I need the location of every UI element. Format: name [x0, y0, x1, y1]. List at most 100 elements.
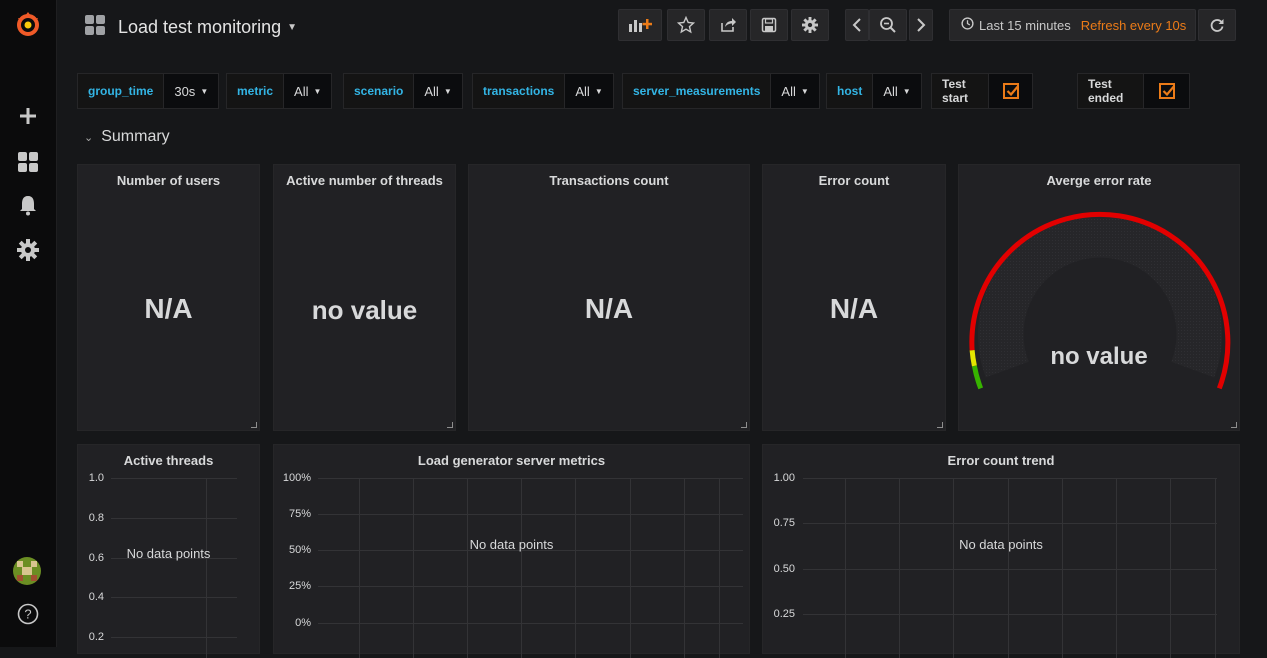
panel-title[interactable]: Active threads [78, 453, 259, 468]
test-ended-checkbox[interactable] [1144, 73, 1191, 109]
time-back-button[interactable] [845, 9, 869, 41]
resize-handle[interactable] [251, 422, 257, 428]
grid-line [318, 623, 743, 624]
grid-line [803, 523, 1217, 524]
y-tick: 0.50 [773, 563, 795, 575]
caret-down-icon: ▼ [594, 86, 603, 96]
add-panel-button[interactable] [618, 9, 662, 41]
refresh-button[interactable] [1198, 9, 1236, 41]
bell-icon[interactable] [14, 191, 42, 219]
variable-transactions-dropdown[interactable]: All ▼ [565, 73, 614, 109]
grid-line [803, 478, 1217, 479]
y-tick: 0.4 [88, 591, 104, 603]
variable-label: scenario [343, 73, 415, 109]
panel-active-threads: Active threads 1.0 0.8 0.6 0.4 0.2 No da… [77, 444, 260, 658]
gear-icon [802, 17, 818, 33]
variable-host: host All ▼ [826, 73, 922, 109]
resize-handle[interactable] [447, 422, 453, 428]
panel-error-count: Error count N/A [762, 164, 946, 431]
resize-handle[interactable] [1231, 422, 1237, 428]
resize-handle[interactable] [741, 422, 747, 428]
y-tick: 75% [288, 508, 311, 520]
refresh-icon [1210, 19, 1224, 32]
stat-value: N/A [829, 293, 879, 324]
time-range-picker[interactable]: Last 15 minutes Refresh every 10s [949, 9, 1196, 41]
grid-line [318, 514, 743, 515]
settings-button[interactable] [791, 9, 829, 41]
add-panel-icon [629, 19, 652, 32]
panel-title[interactable]: Error count trend [763, 453, 1239, 468]
variable-label: server_measurements [622, 73, 772, 109]
variable-label: metric [226, 73, 285, 109]
panel-title[interactable]: Load generator server metrics [274, 453, 749, 468]
variable-scenario: scenario All ▼ [343, 73, 463, 109]
grid-line [1116, 478, 1117, 658]
variable-label: host [826, 73, 874, 109]
caret-down-icon: ▼ [902, 86, 911, 96]
resize-handle[interactable] [937, 422, 943, 428]
y-tick: 0.8 [88, 512, 104, 524]
star-button[interactable] [667, 9, 705, 41]
save-button[interactable] [750, 9, 788, 41]
grid-line [803, 614, 1217, 615]
grid-line [318, 586, 743, 587]
y-tick: 0.2 [88, 631, 104, 643]
stat-value: no value [311, 295, 418, 325]
y-tick: 100% [282, 472, 311, 484]
panel-load-generator-server-metrics: Load generator server metrics 100% 75% 5… [273, 444, 750, 658]
variable-transactions: transactions All ▼ [472, 73, 614, 109]
dashboard-title-picker[interactable]: Load test monitoring ▼ [84, 12, 297, 42]
chevron-left-icon [852, 18, 861, 32]
save-icon [761, 17, 777, 33]
panel-title[interactable]: Transactions count [469, 173, 749, 188]
refresh-interval-label: Refresh every 10s [1080, 17, 1187, 33]
panel-title[interactable]: Error count [763, 173, 945, 188]
grid-line [111, 478, 237, 479]
share-icon [721, 18, 736, 32]
grid-line [111, 637, 237, 638]
time-forward-button[interactable] [909, 9, 933, 41]
gear-icon[interactable] [14, 236, 42, 264]
grid-line [206, 478, 207, 658]
no-data-message: No data points [959, 537, 1043, 552]
variable-host-dropdown[interactable]: All ▼ [873, 73, 922, 109]
panel-title[interactable]: Number of users [78, 173, 259, 188]
chevron-down-icon: ⌄ [84, 131, 94, 144]
grid-line [630, 478, 631, 658]
dashboards-grid-icon[interactable] [14, 148, 42, 176]
grid-line [845, 478, 846, 658]
panel-number-of-users: Number of users N/A [77, 164, 260, 431]
y-tick: 1.00 [773, 472, 795, 484]
chevron-right-icon [917, 18, 926, 32]
grid-line [467, 478, 468, 658]
variable-metric-dropdown[interactable]: All ▼ [284, 73, 333, 109]
variable-test-start: Test start [931, 73, 1034, 109]
grid-line [1062, 478, 1063, 658]
no-data-message: No data points [469, 537, 554, 552]
star-icon [677, 16, 695, 34]
grid-line [684, 478, 685, 658]
question-icon[interactable]: ? [14, 600, 42, 628]
panel-title[interactable]: Active number of threads [274, 173, 455, 188]
variable-label: Test start [931, 73, 990, 109]
grid-line [318, 478, 743, 479]
caret-down-icon: ▼ [313, 86, 322, 96]
share-button[interactable] [709, 9, 747, 41]
zoom-out-button[interactable] [869, 9, 907, 41]
dashboard-grid-icon [84, 14, 106, 41]
variable-group-time-dropdown[interactable]: 30s ▼ [164, 73, 220, 109]
grafana-logo-icon[interactable] [14, 10, 42, 38]
variable-scenario-dropdown[interactable]: All ▼ [414, 73, 463, 109]
grid-line [1008, 478, 1009, 658]
y-tick: 0.75 [773, 517, 795, 529]
row-summary-toggle[interactable]: ⌄ Summary [84, 128, 170, 146]
variable-server-measurements: server_measurements All ▼ [622, 73, 820, 109]
grid-line [803, 569, 1217, 570]
test-start-checkbox[interactable] [989, 73, 1034, 109]
user-avatar[interactable] [13, 557, 41, 585]
svg-text:?: ? [24, 607, 31, 622]
stat-value: N/A [584, 293, 634, 324]
plus-icon[interactable] [14, 102, 42, 130]
variable-server-measurements-dropdown[interactable]: All ▼ [771, 73, 820, 109]
grid-line [899, 478, 900, 658]
